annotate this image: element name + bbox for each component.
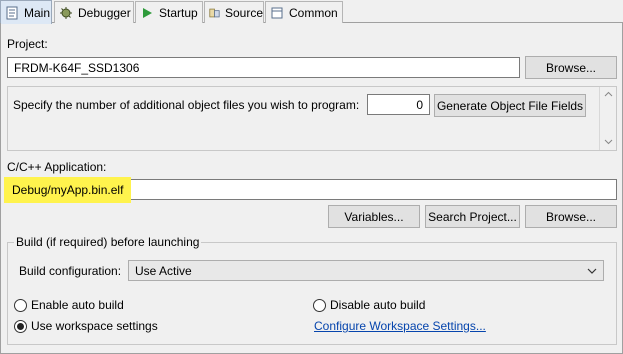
build-config-select[interactable]: Use Active [128, 260, 604, 281]
chevron-down-icon [587, 268, 597, 274]
project-label: Project: [7, 37, 48, 51]
variables-button[interactable]: Variables... [328, 205, 420, 228]
configure-workspace-settings-link[interactable]: Configure Workspace Settings... [314, 319, 486, 333]
project-browse-button[interactable]: Browse... [525, 56, 617, 79]
enable-auto-build-label: Enable auto build [31, 298, 124, 312]
tab-label: Startup [159, 5, 198, 20]
bug-gear-icon [60, 6, 72, 19]
search-project-button[interactable]: Search Project... [425, 205, 520, 228]
enable-auto-build-option[interactable]: Enable auto build [14, 298, 124, 312]
build-config-label: Build configuration: [19, 264, 122, 278]
radio-button-selected[interactable] [14, 319, 27, 333]
tab-label: Main [24, 5, 51, 20]
page-icon [6, 6, 18, 19]
tab-debugger[interactable]: Debugger [54, 1, 134, 23]
tab-source[interactable]: Source [204, 1, 264, 23]
build-group-label: Build (if required) before launching [14, 235, 202, 249]
vertical-scrollbar[interactable] [599, 87, 616, 150]
object-files-count[interactable]: 0 [367, 94, 430, 115]
tab-label: Debugger [78, 5, 131, 20]
application-label: C/C++ Application: [7, 160, 107, 174]
scroll-up-icon[interactable] [604, 91, 613, 97]
radio-button[interactable] [14, 298, 27, 312]
scroll-down-icon[interactable] [604, 139, 613, 145]
object-files-prompt: Specify the number of additional object … [13, 98, 360, 112]
tab-bar: Main Debugger Startup Source Common [0, 0, 623, 24]
disable-auto-build-option[interactable]: Disable auto build [313, 298, 425, 312]
build-config-value: Use Active [135, 263, 192, 278]
common-icon [271, 7, 283, 18]
tab-label: Source [224, 5, 263, 20]
tab-label: Common [289, 5, 338, 20]
disable-auto-build-label: Disable auto build [330, 298, 426, 312]
play-icon [143, 7, 152, 18]
tab-main[interactable]: Main [0, 0, 52, 24]
project-field[interactable]: FRDM-K64F_SSD1306 [7, 57, 520, 78]
source-icon [209, 8, 220, 17]
radio-button[interactable] [313, 298, 326, 312]
application-field[interactable]: Debug/myApp.bin.elf [4, 176, 617, 203]
tab-common[interactable]: Common [265, 1, 343, 23]
use-workspace-settings-option[interactable]: Use workspace settings [14, 319, 158, 333]
application-value: Debug/myApp.bin.elf [4, 176, 132, 203]
application-browse-button[interactable]: Browse... [525, 205, 617, 228]
generate-object-file-fields-button[interactable]: Generate Object File Fields [434, 94, 586, 117]
tab-startup[interactable]: Startup [135, 1, 203, 23]
use-workspace-settings-label: Use workspace settings [31, 319, 158, 333]
